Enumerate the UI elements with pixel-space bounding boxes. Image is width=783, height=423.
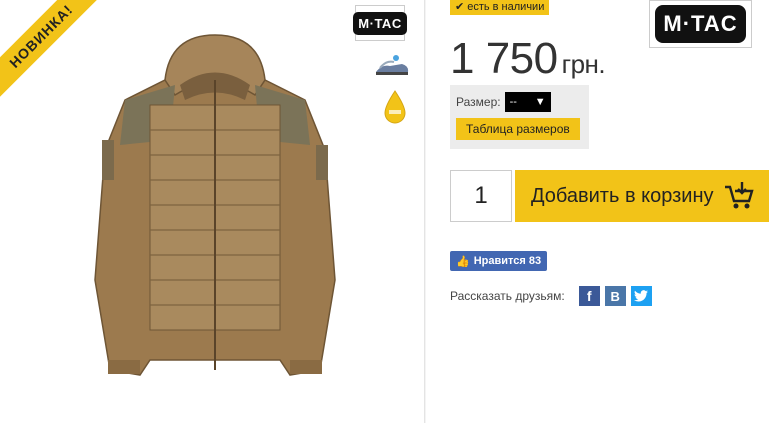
share-row: Рассказать друзьям: f B <box>450 286 657 306</box>
shoe-thumbnail-icon[interactable] <box>372 50 412 82</box>
size-label: Размер: <box>456 95 501 109</box>
check-icon: ✔ <box>455 1 465 13</box>
thumbs-up-icon: 👍 <box>456 255 470 268</box>
quantity-input[interactable]: 1 <box>450 170 512 222</box>
price-amount: 1 750 <box>450 34 558 83</box>
twitter-share-icon[interactable] <box>630 286 652 306</box>
brand-logo-thumb[interactable]: M·TAC <box>353 5 407 41</box>
size-select[interactable]: -- ▼ <box>504 92 551 112</box>
product-page: НОВИНКА! M·TAC ✔ есть в наличии M·TAC 1 … <box>0 0 783 423</box>
price-currency: грн. <box>561 49 606 79</box>
cart-add-icon <box>725 182 754 209</box>
like-count-label: Нравится 83 <box>473 255 542 267</box>
chevron-down-icon: ▼ <box>534 96 546 108</box>
brand-logo[interactable]: M·TAC <box>649 0 752 48</box>
product-info-panel: ✔ есть в наличии M·TAC 1 750 грн. Размер:… <box>426 0 783 423</box>
stock-status-text: есть в наличии <box>467 1 545 13</box>
vk-share-icon[interactable]: B <box>604 286 626 306</box>
add-to-cart-button[interactable]: Добавить в корзину <box>515 170 769 222</box>
size-selected-value: -- <box>509 96 517 108</box>
share-label: Рассказать друзьям: <box>450 289 565 303</box>
product-image-panel: НОВИНКА! M·TAC <box>0 0 425 423</box>
facebook-share-icon[interactable]: f <box>578 286 600 306</box>
add-to-cart-label: Добавить в корзину <box>531 184 714 207</box>
product-jacket-image[interactable] <box>80 30 350 390</box>
facebook-like-button[interactable]: 👍 Нравится 83 <box>450 251 548 271</box>
product-price: 1 750 грн. <box>450 34 606 84</box>
twitter-bird-icon <box>634 290 649 302</box>
size-table-button[interactable]: Таблица размеров <box>456 118 580 140</box>
stock-status-badge: ✔ есть в наличии <box>450 0 550 15</box>
drop-thumbnail-icon[interactable] <box>378 88 412 126</box>
size-selector-box: Размер: -- ▼ Таблица размеров <box>450 85 589 149</box>
